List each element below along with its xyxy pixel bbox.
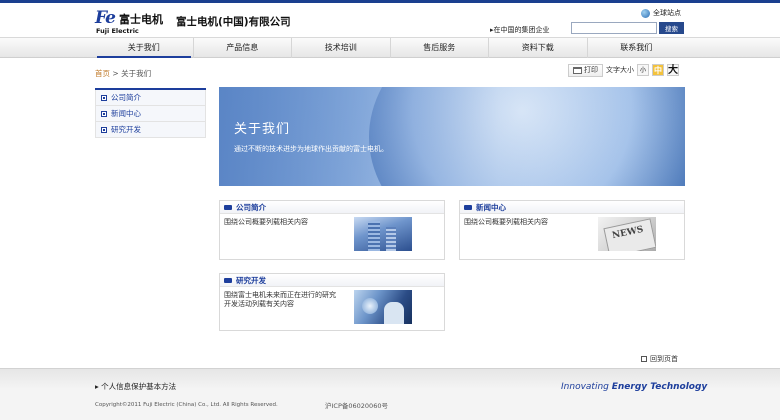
nav-item-downloads[interactable]: 资料下载 — [489, 38, 588, 58]
newspaper-thumbnail: NEWS — [598, 217, 656, 251]
breadcrumb-separator: > — [112, 69, 119, 78]
privacy-policy-link[interactable]: ▸ 个人信息保护基本方法 — [95, 381, 176, 392]
sidebar-item-label: 研究开发 — [111, 125, 141, 134]
main-nav: 关于我们 产品信息 技术培训 售后服务 资料下载 联系我们 — [0, 37, 780, 58]
page-tools: 打印 文字大小 小 中 大 — [568, 63, 679, 77]
nav-items: 关于我们 产品信息 技术培训 售后服务 资料下载 联系我们 — [95, 38, 685, 58]
card-profile[interactable]: 公司简介 围绕公司概要列载相关内容 — [219, 200, 445, 260]
fuji-electric-logo[interactable]: Fe 富士电机 Fuji Electric — [95, 8, 167, 36]
site-footer: ▸ 个人信息保护基本方法 Copyright©2011 Fuji Electri… — [0, 368, 780, 420]
banner-subtitle: 通过不断的技术进步为地球作出贡献的富士电机。 — [234, 145, 388, 153]
card-header: 研究开发 — [220, 274, 444, 287]
section-marker-icon — [464, 204, 472, 210]
printer-icon — [573, 66, 582, 74]
card-description: 围绕富士电机未来而正在进行的研究 开发活动列载有关内容 — [224, 291, 336, 309]
global-sites-label: 全球站点 — [653, 9, 681, 17]
breadcrumb-current: 关于我们 — [121, 69, 152, 78]
group-companies-link[interactable]: ▸在中国的集团企业 — [490, 25, 550, 35]
search-button[interactable]: 搜索 — [659, 22, 684, 34]
tagline-part-2: Energy Technology — [611, 382, 708, 392]
card-rnd[interactable]: 研究开发 围绕富士电机未来而正在进行的研究 开发活动列载有关内容 — [219, 273, 445, 331]
logo-english-name: Fuji Electric — [96, 27, 139, 35]
print-button[interactable]: 打印 — [568, 63, 603, 77]
font-size-label: 文字大小 — [606, 66, 634, 74]
card-title: 新闻中心 — [476, 202, 506, 212]
nav-item-about[interactable]: 关于我们 — [95, 38, 194, 58]
card-news[interactable]: 新闻中心 围绕公司概要列载相关内容 NEWS — [459, 200, 685, 260]
nav-item-contact[interactable]: 联系我们 — [588, 38, 686, 58]
building-thumbnail — [354, 217, 412, 251]
icp-license[interactable]: 沪ICP备06020060号 — [325, 400, 388, 410]
sidebar-item-profile[interactable]: 公司简介 — [95, 90, 206, 106]
font-small-button[interactable]: 小 — [637, 64, 649, 76]
search-input[interactable] — [571, 22, 657, 34]
lab-thumbnail — [354, 290, 412, 324]
sidebar-item-label: 新闻中心 — [111, 109, 141, 118]
sidebar-item-news[interactable]: 新闻中心 — [95, 106, 206, 122]
font-medium-button[interactable]: 中 — [652, 64, 664, 76]
card-title: 研究开发 — [236, 275, 266, 285]
logo-mark: Fe — [95, 8, 116, 28]
font-large-button[interactable]: 大 — [667, 64, 679, 76]
hero-banner: 关于我们 通过不断的技术进步为地球作出贡献的富士电机。 — [219, 87, 685, 186]
sidebar-item-label: 公司简介 — [111, 93, 141, 102]
sidebar-item-rnd[interactable]: 研究开发 — [95, 122, 206, 138]
print-label: 打印 — [584, 66, 598, 74]
square-bullet-icon — [641, 356, 647, 362]
card-description: 围绕公司概要列载相关内容 — [464, 218, 548, 226]
card-description-line: 围绕富士电机未来而正在进行的研究 — [224, 291, 336, 299]
tagline-part-1: Innovating — [561, 382, 609, 392]
copyright-text: Copyright©2011 Fuji Electric (China) Co.… — [95, 402, 278, 408]
globe-icon — [641, 8, 650, 18]
square-bullet-icon — [101, 94, 107, 101]
card-description: 围绕公司概要列载相关内容 — [224, 218, 308, 226]
section-marker-icon — [224, 277, 232, 283]
back-to-top-link[interactable]: 回到页首 — [641, 354, 678, 364]
card-header: 公司简介 — [220, 201, 444, 214]
back-to-top-label: 回到页首 — [650, 355, 678, 363]
card-header: 新闻中心 — [460, 201, 684, 214]
sidebar-menu: 公司简介 新闻中心 研究开发 — [95, 88, 206, 138]
breadcrumb: 首页 > 关于我们 — [95, 68, 151, 79]
square-bullet-icon — [101, 126, 107, 133]
nav-item-products[interactable]: 产品信息 — [194, 38, 292, 58]
breadcrumb-home-link[interactable]: 首页 — [95, 69, 110, 78]
banner-title: 关于我们 — [234, 122, 291, 137]
company-name: 富士电机(中国)有限公司 — [176, 16, 291, 28]
logo-chinese-name: 富士电机 — [119, 13, 163, 26]
site-header: Fe 富士电机 Fuji Electric 富士电机(中国)有限公司 全球站点 … — [0, 3, 780, 37]
card-title: 公司简介 — [236, 202, 266, 212]
card-description-line: 开发活动列载有关内容 — [224, 300, 294, 308]
nav-item-training[interactable]: 技术培训 — [292, 38, 391, 58]
square-bullet-icon — [101, 110, 107, 117]
global-sites-link[interactable]: 全球站点 — [641, 8, 681, 18]
nav-item-service[interactable]: 售后服务 — [391, 38, 489, 58]
section-marker-icon — [224, 204, 232, 210]
brand-tagline: Innovating Energy Technology — [561, 382, 707, 392]
